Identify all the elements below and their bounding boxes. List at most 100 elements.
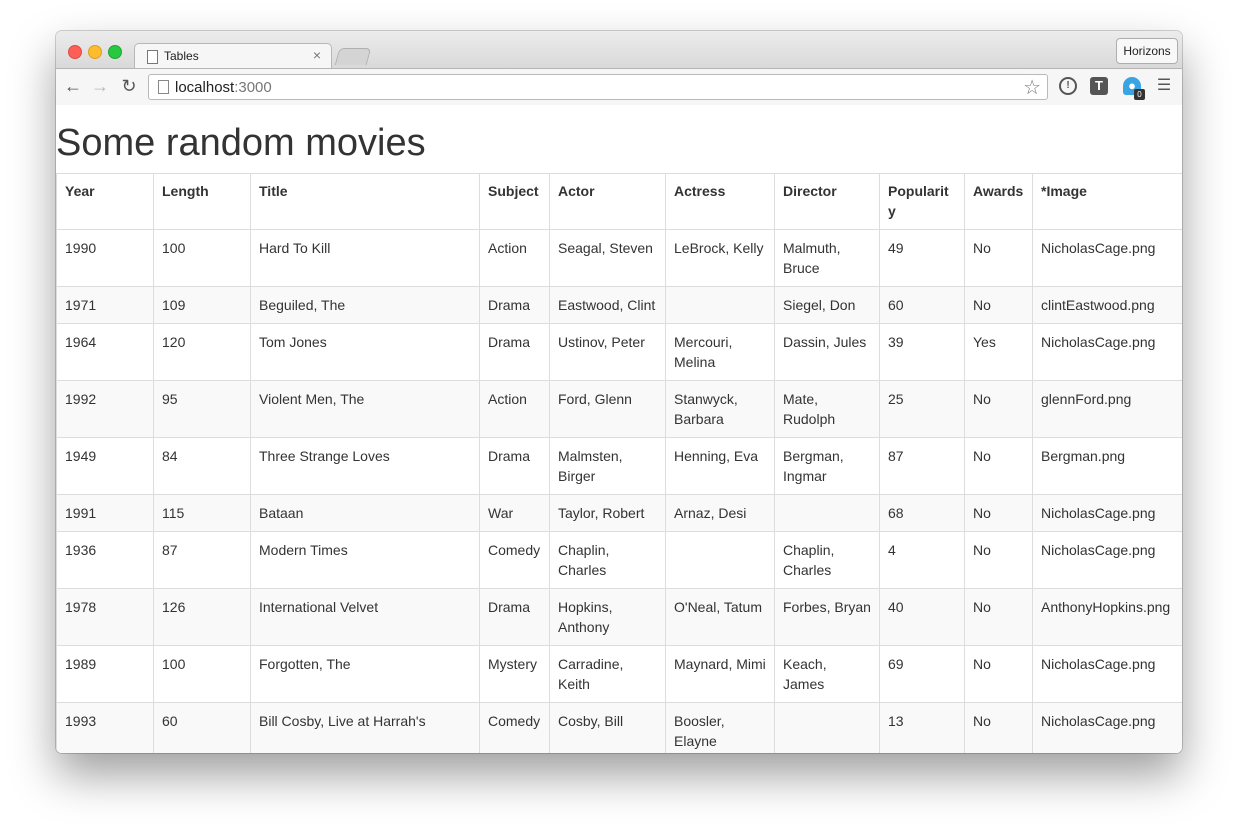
cell-director: Siegel, Don — [774, 286, 880, 324]
cell-subject: Drama — [479, 588, 550, 646]
cell-subject: Comedy — [479, 531, 550, 589]
header-director: Director — [774, 173, 880, 230]
table-row: 1971 109 Beguiled, The Drama Eastwood, Clint… — [56, 286, 1182, 324]
reload-icon[interactable]: ↻ — [119, 76, 139, 96]
extension-badge: 0 — [1134, 89, 1145, 100]
cell-year: 1978 — [56, 588, 154, 646]
table-row: 1949 84 Three Strange Loves Drama Malmsten, … — [56, 437, 1182, 495]
cell-actress: Arnaz, Desi — [665, 494, 775, 532]
table-body: 1990 100 Hard To Kill Action Seagal, Steven L… — [56, 229, 1182, 753]
tab-close-icon[interactable]: × — [313, 47, 321, 63]
cell-year: 1990 — [56, 229, 154, 287]
cell-actor: Ustinov, Peter — [549, 323, 666, 381]
cell-awards: No — [964, 588, 1033, 646]
cell-actress: Maynard, Mimi — [665, 645, 775, 703]
cell-title: Beguiled, The — [250, 286, 480, 324]
cell-subject: Drama — [479, 323, 550, 381]
cell-image: NicholasCage.png — [1032, 702, 1182, 753]
extension-info-icon[interactable]: ! — [1059, 77, 1077, 95]
cell-popularity: 49 — [879, 229, 965, 287]
cell-director: Malmuth, Bruce — [774, 229, 880, 287]
page-icon — [147, 50, 158, 64]
cell-popularity: 60 — [879, 286, 965, 324]
cell-awards: No — [964, 229, 1033, 287]
table-row: 1978 126 International Velvet Drama Hopkins,… — [56, 588, 1182, 646]
close-window-button[interactable] — [68, 45, 82, 59]
cell-image: clintEastwood.png — [1032, 286, 1182, 324]
cell-title: Hard To Kill — [250, 229, 480, 287]
cell-director: Forbes, Bryan — [774, 588, 880, 646]
cell-awards: No — [964, 645, 1033, 703]
table-row: 1936 87 Modern Times Comedy Chaplin, Charles… — [56, 531, 1182, 589]
cell-awards: No — [964, 380, 1033, 438]
header-popularity: Popularity — [879, 173, 965, 230]
cell-length: 84 — [153, 437, 251, 495]
tab-title: Tables — [164, 49, 199, 63]
cell-length: 95 — [153, 380, 251, 438]
cell-subject: Drama — [479, 286, 550, 324]
cell-length: 115 — [153, 494, 251, 532]
header-length: Length — [153, 173, 251, 230]
header-title: Title — [250, 173, 480, 230]
maximize-window-button[interactable] — [108, 45, 122, 59]
cell-director: Dassin, Jules — [774, 323, 880, 381]
cell-subject: Drama — [479, 437, 550, 495]
cell-title: Tom Jones — [250, 323, 480, 381]
cell-director — [774, 702, 880, 753]
tab-tables[interactable]: Tables × — [134, 43, 332, 70]
cell-length: 120 — [153, 323, 251, 381]
profile-button[interactable]: Horizons — [1116, 38, 1178, 64]
cell-actor: Eastwood, Clint — [549, 286, 666, 324]
cell-actress: O'Neal, Tatum — [665, 588, 775, 646]
address-bar[interactable]: localhost:3000 ☆ — [148, 74, 1048, 100]
table-row: 1992 95 Violent Men, The Action Ford, Glenn S… — [56, 380, 1182, 438]
back-arrow-icon[interactable]: ← — [63, 76, 83, 96]
url-host: localhost — [175, 79, 235, 96]
cell-popularity: 13 — [879, 702, 965, 753]
forward-arrow-icon[interactable]: → — [90, 76, 110, 96]
cell-image: Bergman.png — [1032, 437, 1182, 495]
cell-actress — [665, 531, 775, 589]
cell-image: NicholasCage.png — [1032, 645, 1182, 703]
cell-title: Modern Times — [250, 531, 480, 589]
minimize-window-button[interactable] — [88, 45, 102, 59]
cell-popularity: 68 — [879, 494, 965, 532]
header-awards: Awards — [964, 173, 1033, 230]
cell-image: NicholasCage.png — [1032, 323, 1182, 381]
header-actor: Actor — [549, 173, 666, 230]
cell-year: 1964 — [56, 323, 154, 381]
cell-title: Bataan — [250, 494, 480, 532]
url-text[interactable]: localhost:3000 — [175, 79, 272, 96]
cell-actor: Seagal, Steven — [549, 229, 666, 287]
cell-popularity: 4 — [879, 531, 965, 589]
cell-actor: Chaplin, Charles — [549, 531, 666, 589]
cell-image: NicholasCage.png — [1032, 229, 1182, 287]
cell-actor: Hopkins, Anthony — [549, 588, 666, 646]
new-tab-button[interactable] — [334, 48, 372, 65]
header-year: Year — [56, 173, 154, 230]
table-row: 1989 100 Forgotten, The Mystery Carradine, K… — [56, 645, 1182, 703]
cell-director: Chaplin, Charles — [774, 531, 880, 589]
browser-window: Tables × Horizons ← → ↻ localhost:3000 ☆… — [56, 31, 1182, 753]
cell-awards: No — [964, 702, 1033, 753]
cell-director — [774, 494, 880, 532]
cell-director: Bergman, Ingmar — [774, 437, 880, 495]
cell-awards: Yes — [964, 323, 1033, 381]
cell-popularity: 69 — [879, 645, 965, 703]
cell-title: Three Strange Loves — [250, 437, 480, 495]
cell-year: 1993 — [56, 702, 154, 753]
cell-awards: No — [964, 494, 1033, 532]
extension-t-icon[interactable]: T — [1090, 77, 1108, 95]
cell-year: 1949 — [56, 437, 154, 495]
cell-popularity: 87 — [879, 437, 965, 495]
cell-actress: Stanwyck, Barbara — [665, 380, 775, 438]
cell-length: 126 — [153, 588, 251, 646]
bookmark-star-icon[interactable]: ☆ — [1023, 75, 1041, 100]
cell-actor: Taylor, Robert — [549, 494, 666, 532]
cell-actress: Henning, Eva — [665, 437, 775, 495]
cell-title: International Velvet — [250, 588, 480, 646]
menu-icon[interactable]: ☰ — [1155, 77, 1173, 95]
cell-year: 1992 — [56, 380, 154, 438]
cell-subject: Action — [479, 380, 550, 438]
cell-director: Mate, Rudolph — [774, 380, 880, 438]
